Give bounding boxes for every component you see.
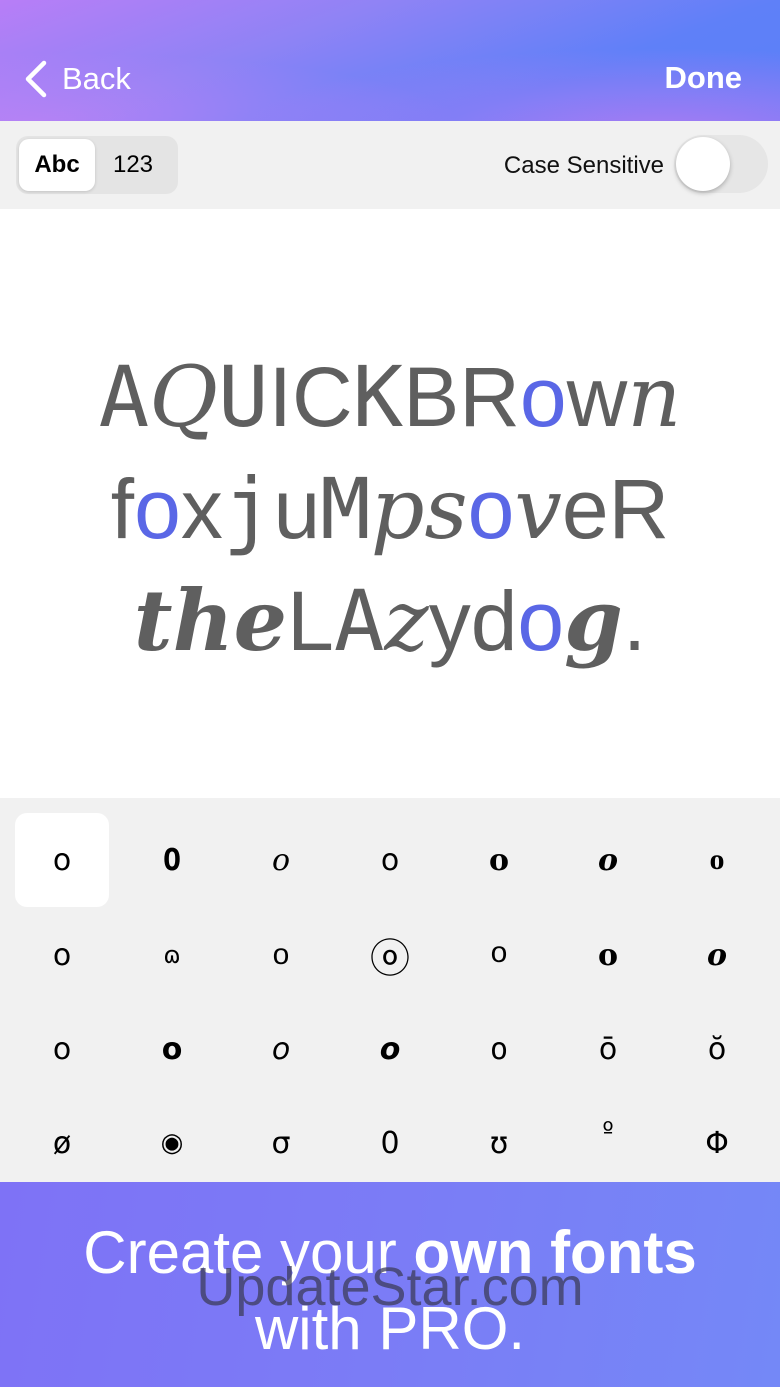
glyph-option[interactable]: o	[452, 813, 546, 907]
preview-glyph: d	[470, 574, 518, 668]
glyph-option[interactable]: ŏ	[670, 1002, 764, 1096]
preview-glyph: C	[291, 350, 353, 444]
glyph-option[interactable]: o	[452, 1002, 546, 1096]
preview-glyph-highlight: o	[517, 574, 565, 668]
preview-glyph: z	[384, 572, 429, 670]
preview-glyph: .	[622, 574, 647, 668]
preview-glyph: A	[98, 348, 150, 446]
preview-glyph-highlight: o	[134, 462, 181, 556]
preview-glyph: I	[268, 350, 292, 444]
glyph-option[interactable]: o	[670, 813, 764, 907]
segmented-control: Abc 123	[16, 136, 178, 194]
segment-letters[interactable]: Abc	[19, 139, 95, 191]
glyph-option[interactable]: ʊ	[452, 1096, 546, 1190]
glyph-option[interactable]: O	[125, 813, 219, 907]
glyph-option[interactable]: o	[125, 1002, 219, 1096]
preview-glyph: n	[627, 348, 682, 446]
glyph-option[interactable]: o	[452, 908, 546, 1002]
glyph-option[interactable]: o	[234, 908, 328, 1002]
preview-glyph: U	[218, 348, 269, 446]
preview-glyph: u	[273, 462, 321, 556]
glyph-option[interactable]: o	[15, 908, 109, 1002]
glyph-option[interactable]: o	[234, 1002, 328, 1096]
glyph-option-selected[interactable]: o	[15, 813, 109, 907]
preview-glyph: f	[110, 462, 135, 556]
font-preview: A QUICK BRown fox juMps oveR the LAzy do…	[0, 209, 780, 798]
preview-line-1: A QUICK BRown	[0, 347, 780, 447]
back-button[interactable]: Back	[24, 58, 131, 100]
preview-glyph: Q	[149, 348, 219, 446]
preview-glyph: x	[180, 462, 223, 556]
nav-header: Back Done	[0, 0, 780, 121]
preview-glyph: M	[320, 460, 371, 558]
glyph-option[interactable]: ⓞ	[343, 908, 437, 1002]
glyph-option[interactable]: o	[15, 1002, 109, 1096]
glyph-grid: o O o o o o o o ɷ o ⓞ o o o o o o o o ō …	[0, 798, 780, 1182]
glyph-option[interactable]: ø	[15, 1096, 109, 1190]
glyph-option[interactable]: º	[561, 1084, 655, 1178]
preview-glyph: R	[459, 350, 520, 444]
done-button[interactable]: Done	[665, 60, 743, 96]
glyph-option[interactable]: Φ	[670, 1096, 764, 1190]
preview-glyph: v	[514, 460, 562, 558]
preview-glyph: A	[333, 572, 385, 670]
glyph-option[interactable]: ◉	[125, 1096, 219, 1190]
preview-line-3: the LAzy dog.	[0, 571, 780, 671]
preview-glyph: the	[133, 571, 288, 670]
preview-glyph: B	[403, 350, 460, 444]
preview-line-2: fox juMps oveR	[0, 459, 780, 559]
glyph-option[interactable]: ō	[561, 1002, 655, 1096]
toggle-knob	[676, 137, 730, 191]
preview-glyph-highlight: o	[519, 350, 567, 444]
toolbar: Abc 123 Case Sensitive	[0, 121, 780, 209]
preview-glyph: L	[287, 574, 334, 668]
preview-glyph: R	[608, 462, 670, 556]
glyph-option[interactable]: o	[561, 908, 655, 1002]
preview-glyph: ps	[370, 460, 468, 558]
glyph-option[interactable]: σ	[234, 1096, 328, 1190]
preview-glyph: e	[561, 462, 609, 556]
watermark: UpdateStar.com	[196, 1257, 584, 1317]
case-sensitive-label: Case Sensitive	[503, 152, 664, 179]
glyph-option[interactable]: o	[343, 1002, 437, 1096]
segment-numbers[interactable]: 123	[95, 139, 171, 191]
preview-glyph: y	[428, 574, 471, 668]
chevron-left-icon	[25, 60, 47, 98]
case-sensitive-toggle[interactable]	[674, 135, 768, 193]
preview-glyph: g	[564, 571, 623, 670]
glyph-option[interactable]: ɷ	[125, 908, 219, 1002]
back-label: Back	[62, 61, 131, 96]
glyph-option[interactable]: o	[670, 908, 764, 1002]
preview-glyph: w	[566, 350, 628, 444]
glyph-option[interactable]: 0	[343, 1096, 437, 1190]
glyph-option[interactable]: o	[561, 813, 655, 907]
glyph-option[interactable]: o	[343, 813, 437, 907]
glyph-option[interactable]: o	[234, 813, 328, 907]
preview-glyph: K	[352, 348, 404, 446]
preview-glyph: j	[222, 460, 274, 558]
preview-glyph-highlight: o	[467, 462, 515, 556]
